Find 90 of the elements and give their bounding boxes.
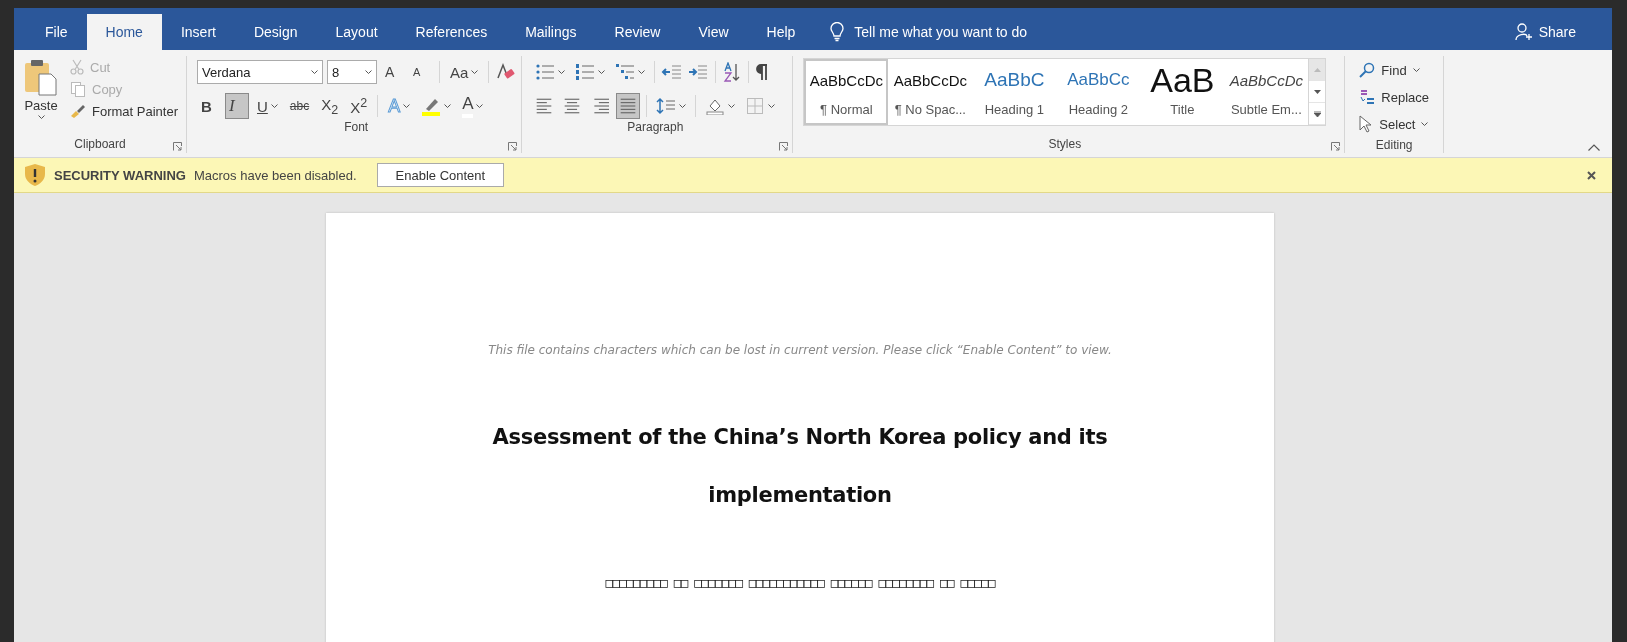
numbering-icon	[575, 63, 596, 81]
ribbon-tab[interactable]: Layout	[316, 14, 397, 50]
caret-icon	[365, 70, 372, 74]
tell-me-search-field[interactable]: Tell me what you want to do	[854, 24, 1028, 40]
ribbon-tab[interactable]: Mailings	[506, 14, 596, 50]
group-label: Font	[343, 120, 370, 136]
decrease-indent-icon[interactable]	[661, 63, 684, 81]
select-button[interactable]: Select	[1357, 112, 1432, 136]
paintbrush-icon	[70, 103, 86, 119]
ribbon-tab[interactable]: Review	[595, 14, 680, 50]
grow-font-button[interactable]: A	[381, 59, 405, 85]
caret-icon	[403, 104, 411, 108]
security-warning-title: SECURITY WARNING	[54, 167, 186, 183]
close-icon[interactable]	[1585, 168, 1598, 182]
change-case-button[interactable]: Aa	[446, 59, 483, 85]
caret-icon	[476, 104, 484, 108]
caret-icon	[37, 115, 45, 119]
group-label: Paragraph	[626, 120, 685, 136]
collapse-ribbon-icon[interactable]	[1588, 144, 1600, 151]
caret-icon	[768, 104, 776, 108]
garbled-text: □□□□□□□□□ □□ □□□□□□□ □□□□□□□□□□□ □□□□□□ □□□□□□□□ □□ □□□□□	[605, 575, 995, 590]
cursor-arrow-icon	[1359, 115, 1374, 133]
increase-indent-icon[interactable]	[687, 63, 710, 81]
scissors-icon	[70, 59, 84, 75]
dialog-launcher-icon[interactable]	[1331, 142, 1341, 151]
sub-button[interactable]: X$_{2}$	[317, 93, 343, 119]
ribbon-tab[interactable]: Design	[234, 14, 317, 50]
font-name-dropdown[interactable]: Verdana	[197, 60, 323, 84]
bullets-icon	[535, 63, 556, 81]
person-add-icon	[1514, 23, 1533, 41]
borders-icon	[745, 97, 766, 115]
caret-icon	[1421, 122, 1429, 126]
dialog-launcher-icon[interactable]	[779, 142, 789, 151]
enable-content-button[interactable]: Enable Content	[376, 163, 505, 187]
replace-icon	[1359, 89, 1376, 105]
ribbon-tab[interactable]: References	[396, 14, 507, 50]
clipboard-icon	[24, 58, 58, 96]
style-option[interactable]: AaBbCcDc ¶ Normal	[804, 59, 889, 125]
align-justify-button[interactable]	[616, 93, 641, 119]
bold-button[interactable]: B	[197, 93, 221, 119]
ribbon-tab[interactable]: Help	[747, 14, 815, 50]
document-title: implementation	[708, 483, 892, 507]
shrink-font-button[interactable]: A	[409, 59, 433, 85]
ribbon-tab[interactable]: View	[679, 14, 748, 50]
security-warning-message: Macros have been disabled.	[193, 167, 357, 183]
font-size-dropdown[interactable]: 8	[327, 60, 377, 84]
underline-button[interactable]: U	[253, 93, 282, 119]
paste-button[interactable]: Paste	[20, 56, 62, 137]
group-label: Styles	[1047, 137, 1083, 153]
multilevel-list-icon	[615, 63, 636, 81]
group-label: Editing	[1374, 138, 1414, 153]
document-title: Assessment of the China’s North Korea policy and its	[492, 425, 1108, 449]
caret-icon	[679, 104, 687, 108]
warning-shield-icon	[24, 163, 46, 187]
highlighter-icon	[421, 96, 442, 116]
painter-button[interactable]: Format Painter	[68, 102, 180, 120]
caret-icon	[471, 70, 479, 74]
ribbon-tab[interactable]: Insert	[161, 14, 235, 50]
italic-button[interactable]: I	[225, 93, 249, 119]
caret-icon	[311, 70, 318, 74]
style-option[interactable]: AaBbCc Heading 2	[1056, 59, 1141, 125]
caret-icon	[444, 104, 452, 108]
shading-icon	[705, 97, 726, 115]
caret-icon	[638, 70, 646, 74]
caret-icon	[270, 104, 278, 108]
share-button[interactable]: Share	[1508, 14, 1582, 50]
style-option[interactable]: AaBbCcDc ¶ No Spac...	[888, 59, 973, 125]
notice-text: This file contains characters which can be lost in current version. Please click “Enable Content” to view.	[488, 343, 1112, 357]
find-button[interactable]: Find	[1357, 58, 1432, 82]
sup-button[interactable]: X$^{2}$	[346, 93, 372, 119]
replace-button[interactable]: Replace	[1357, 85, 1432, 109]
caret-icon	[598, 70, 606, 74]
style-option[interactable]: AaBbCcDc Subtle Em...	[1224, 59, 1309, 125]
search-icon	[1359, 62, 1376, 78]
group-label: Clipboard	[73, 137, 127, 153]
ribbon-tab[interactable]: File	[26, 14, 87, 50]
copy-icon	[70, 81, 86, 97]
dialog-launcher-icon[interactable]	[508, 142, 518, 151]
line-spacing-icon	[656, 97, 677, 115]
style-option[interactable]: AaBbC Heading 1	[972, 59, 1057, 125]
ribbon-tab[interactable]: Home	[86, 14, 162, 50]
style-option[interactable]: AaB Title	[1140, 59, 1225, 125]
caret-icon	[728, 104, 736, 108]
caret-icon	[1412, 68, 1420, 72]
font-color-button[interactable]: A	[458, 93, 488, 119]
strike-button[interactable]: abc	[285, 93, 314, 119]
caret-icon	[558, 70, 566, 74]
pilcrow-icon[interactable]	[755, 63, 770, 81]
dialog-launcher-icon[interactable]	[173, 142, 182, 151]
lightbulb-icon	[830, 22, 845, 42]
